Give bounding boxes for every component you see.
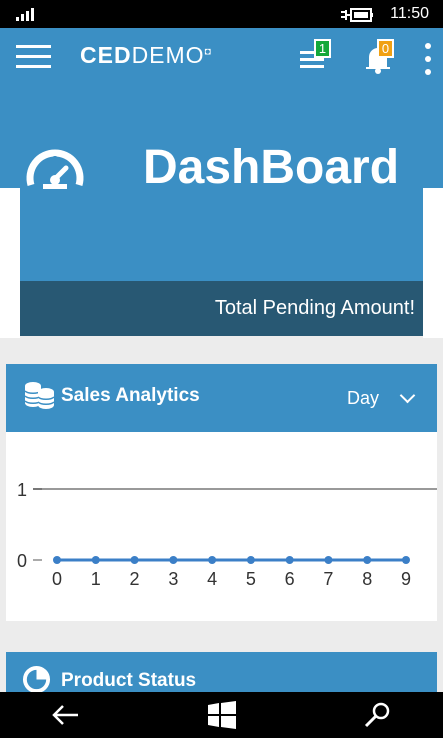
- chart-x-tick-label: 2: [130, 569, 140, 589]
- chart-point-1: [91, 556, 100, 564]
- notifications-button[interactable]: 0: [364, 39, 408, 74]
- list-badge: 1: [314, 39, 331, 58]
- hamburger-menu-icon[interactable]: [16, 45, 51, 69]
- chart-y-tick-label: 0: [17, 551, 27, 571]
- speedometer-icon: [26, 149, 84, 189]
- chart-point-4: [208, 556, 217, 564]
- right-gutter: [423, 188, 443, 338]
- chart-x-tick-label: 1: [91, 569, 101, 589]
- chart-point-2: [130, 556, 139, 564]
- list-button[interactable]: 1: [298, 39, 340, 73]
- sales-analytics-header: Sales Analytics Day: [6, 364, 437, 432]
- product-status-card: Product Status: [6, 652, 437, 694]
- period-dropdown[interactable]: Day: [347, 384, 419, 412]
- logo-prefix: CED: [80, 42, 132, 68]
- chart-x-tick-label: 5: [246, 569, 256, 589]
- system-navigation-bar: [0, 692, 443, 738]
- windows-logo-icon[interactable]: [206, 701, 238, 729]
- stacked-coins-icon: [24, 382, 55, 409]
- chart-point-3: [169, 556, 178, 564]
- chart-x-tick-label: 3: [168, 569, 178, 589]
- chart-point-7: [324, 556, 333, 564]
- page-title: DashBoard: [143, 141, 400, 194]
- logo-suffix: DEMO: [131, 42, 205, 68]
- sales-analytics-title: Sales Analytics: [61, 385, 200, 406]
- camera-icon: ◘: [204, 46, 212, 58]
- more-vertical-icon: [425, 43, 431, 49]
- chart-point-0: [53, 556, 61, 564]
- chart-x-tick-label: 8: [362, 569, 372, 589]
- chart-x-tick-label: 0: [52, 569, 62, 589]
- app-logo: CEDDEMO◘: [80, 42, 212, 69]
- chart-point-5: [246, 556, 255, 564]
- back-arrow-icon[interactable]: [51, 701, 83, 729]
- product-status-title: Product Status: [61, 670, 197, 691]
- chart-point-9: [402, 556, 410, 564]
- battery-charging-icon: [341, 8, 373, 22]
- sales-analytics-chart: 0 1 0 1 2 3 4 5 6 7 8 9: [17, 480, 437, 589]
- chart-x-tick-label: 9: [401, 569, 411, 589]
- left-gutter: [0, 188, 20, 338]
- status-bar: 11:50: [0, 0, 443, 28]
- sales-analytics-card: Sales Analytics Day 0 1 0 1 2 3 4 5 6 7 8 9: [6, 364, 437, 621]
- more-options-button[interactable]: [418, 41, 438, 79]
- chart-x-tick-label: 4: [207, 569, 217, 589]
- chevron-down-icon: [399, 387, 416, 404]
- chart-y-tick-label: 1: [17, 480, 27, 500]
- chart-x-tick-label: 6: [285, 569, 295, 589]
- signal-icon: [16, 7, 38, 21]
- chart-x-tick-label: 7: [323, 569, 333, 589]
- pie-chart-icon: [22, 665, 51, 694]
- status-time: 11:50: [390, 5, 429, 22]
- search-icon[interactable]: [362, 701, 394, 729]
- pending-amount-label: Total Pending Amount!: [214, 297, 415, 319]
- pending-amount-banner: Total Pending Amount!: [20, 281, 423, 336]
- period-value: Day: [347, 388, 380, 408]
- notification-badge: 0: [377, 39, 394, 58]
- chart-point-8: [363, 556, 372, 564]
- chart-point-6: [285, 556, 294, 564]
- app-header: CEDDEMO◘ 1 0: [0, 28, 443, 86]
